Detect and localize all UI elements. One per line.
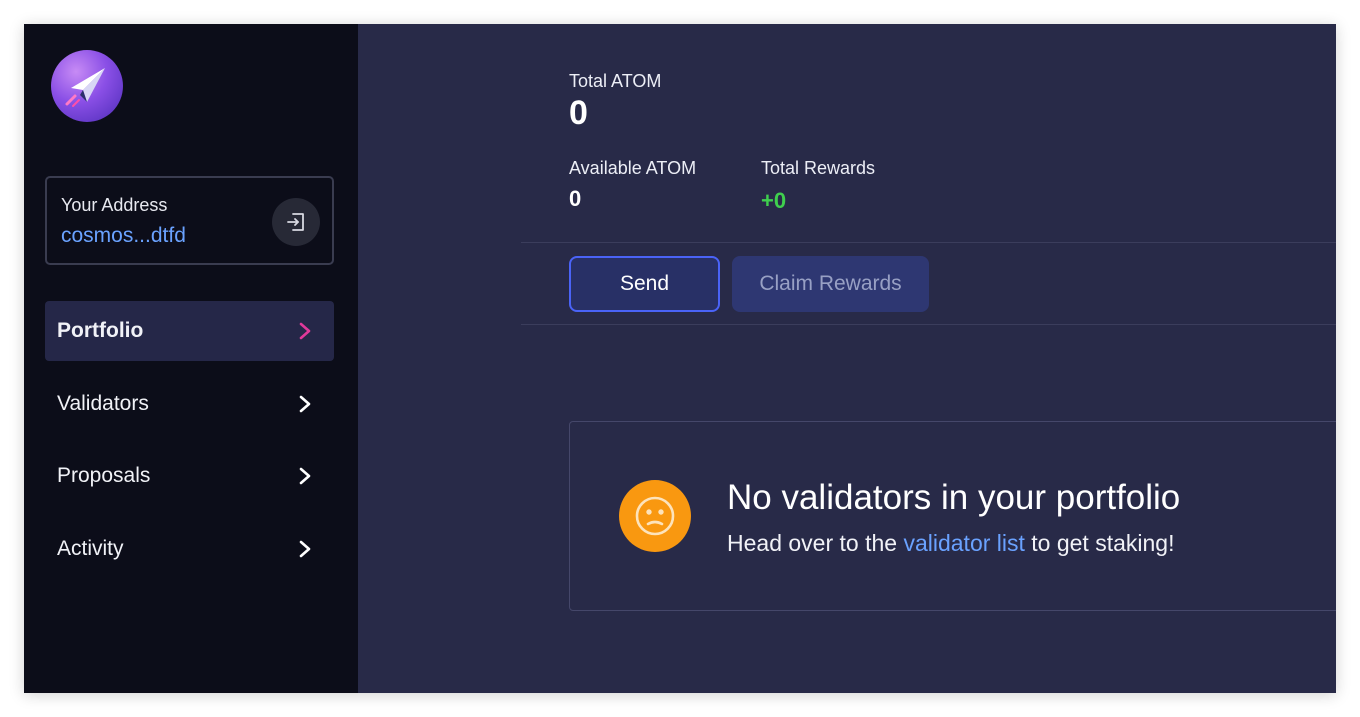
empty-state-text: to get staking! [1031, 530, 1175, 556]
chevron-right-icon [298, 395, 312, 413]
sidebar-item-label: Proposals [57, 464, 151, 487]
send-button[interactable]: Send [569, 256, 720, 312]
empty-state-text: Head over to the [727, 530, 898, 556]
divider [521, 324, 1336, 325]
available-atom-value: 0 [569, 186, 582, 211]
empty-state-title: No validators in your portfolio [727, 478, 1181, 517]
validator-list-link[interactable]: validator list [903, 530, 1024, 556]
empty-state-card: No validators in your portfolio Head ove… [569, 421, 1336, 611]
chevron-right-icon [298, 540, 312, 558]
sidebar-item-label: Validators [57, 392, 149, 415]
sidebar-item-validators[interactable]: Validators [45, 374, 334, 434]
total-atom-value: 0 [569, 94, 588, 132]
total-rewards-value: +0 [761, 188, 787, 213]
sidebar-item-label: Activity [57, 537, 124, 560]
total-atom-label: Total ATOM [569, 71, 662, 91]
sad-face-icon [619, 480, 691, 552]
app-window: Your Address cosmos...dtfd Portfolio Val… [24, 24, 1336, 693]
sign-out-button[interactable] [272, 198, 320, 246]
empty-state-message: Head over to the validator list to get s… [727, 530, 1174, 557]
address-label: Your Address [61, 195, 168, 215]
sidebar-item-label: Portfolio [57, 319, 144, 342]
available-atom-label: Available ATOM [569, 158, 697, 178]
sign-out-icon [287, 213, 304, 231]
portfolio-main: Total ATOM 0 Available ATOM 0 Total Rewa… [358, 24, 1336, 693]
claim-rewards-button[interactable]: Claim Rewards [732, 256, 929, 312]
address-value[interactable]: cosmos...dtfd [61, 224, 186, 248]
paper-plane-icon [65, 68, 105, 107]
address-card: Your Address cosmos...dtfd [45, 176, 334, 265]
sidebar-item-activity[interactable]: Activity [45, 519, 334, 579]
chevron-right-icon [298, 467, 312, 485]
app-logo[interactable] [51, 50, 123, 122]
total-rewards-label: Total Rewards [761, 158, 876, 178]
sidebar-item-proposals[interactable]: Proposals [45, 446, 334, 506]
chevron-right-icon [298, 322, 312, 340]
divider [521, 242, 1336, 243]
sidebar-item-portfolio[interactable]: Portfolio [45, 301, 334, 361]
sidebar: Your Address cosmos...dtfd Portfolio Val… [24, 24, 358, 693]
